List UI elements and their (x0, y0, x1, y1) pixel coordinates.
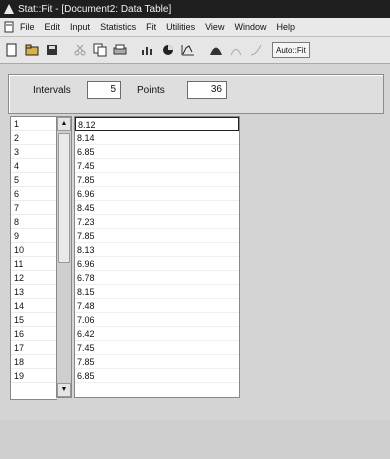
data-cell[interactable]: 7.85 (75, 173, 239, 187)
scroll-down-arrow[interactable]: ▼ (57, 383, 71, 397)
data-cell[interactable]: 7.48 (75, 299, 239, 313)
row-number: 14 (11, 299, 57, 313)
data-cell[interactable]: 8.15 (75, 285, 239, 299)
save-icon[interactable] (44, 42, 60, 58)
row-number: 9 (11, 229, 57, 243)
copy-icon[interactable] (92, 42, 108, 58)
scroll-up-arrow[interactable]: ▲ (57, 117, 71, 131)
data-cell[interactable]: 6.42 (75, 327, 239, 341)
print-icon[interactable] (112, 42, 128, 58)
row-number: 2 (11, 131, 57, 145)
auto-fit-button[interactable]: Auto::Fit (272, 42, 310, 58)
title-bar: Stat::Fit - [Document2: Data Table] (0, 0, 390, 18)
data-cell[interactable]: 8.14 (75, 131, 239, 145)
menu-utilities[interactable]: Utilities (166, 22, 195, 32)
data-cell[interactable]: 6.85 (75, 369, 239, 383)
histogram-icon[interactable] (180, 42, 196, 58)
new-file-icon[interactable] (4, 42, 20, 58)
data-cell[interactable]: 7.06 (75, 313, 239, 327)
fit-icon[interactable] (208, 42, 224, 58)
row-number: 1 (11, 117, 57, 131)
app-window: Stat::Fit - [Document2: Data Table] File… (0, 0, 390, 459)
menu-bar: File Edit Input Statistics Fit Utilities… (0, 18, 390, 37)
intervals-label: Intervals (33, 85, 71, 96)
data-cell[interactable]: 6.85 (75, 145, 239, 159)
row-number: 16 (11, 327, 57, 341)
table-scrollbar[interactable]: ▲ ▼ (56, 116, 72, 398)
menu-statistics[interactable]: Statistics (100, 22, 136, 32)
data-cell[interactable]: 8.13 (75, 243, 239, 257)
row-number: 15 (11, 313, 57, 327)
parameters-panel: Intervals 5 Points 36 (8, 74, 384, 114)
menu-edit[interactable]: Edit (45, 22, 61, 32)
menu-help[interactable]: Help (276, 22, 295, 32)
window-title: Stat::Fit - [Document2: Data Table] (18, 3, 172, 15)
menu-window[interactable]: Window (234, 22, 266, 32)
row-number: 19 (11, 369, 57, 383)
points-input[interactable]: 36 (187, 81, 227, 99)
row-number: 8 (11, 215, 57, 229)
row-number: 11 (11, 257, 57, 271)
workspace-area (0, 420, 390, 459)
open-folder-icon[interactable] (24, 42, 40, 58)
row-number: 18 (11, 355, 57, 369)
data-cell[interactable]: 6.78 (75, 271, 239, 285)
toolbar: Auto::Fit (0, 37, 390, 64)
pie-chart-icon[interactable] (160, 42, 176, 58)
app-logo-icon (4, 4, 14, 14)
scroll-thumb[interactable] (58, 133, 70, 263)
menu-input[interactable]: Input (70, 22, 90, 32)
document-icon (4, 21, 14, 33)
row-number: 13 (11, 285, 57, 299)
row-number: 6 (11, 187, 57, 201)
row-number-column: 1 2 3 4 5 6 7 8 9 10 11 12 13 14 15 16 17 18 19 (10, 116, 57, 400)
row-number: 7 (11, 201, 57, 215)
row-number: 10 (11, 243, 57, 257)
data-cell[interactable]: 7.85 (75, 355, 239, 369)
row-number: 5 (11, 173, 57, 187)
row-number: 17 (11, 341, 57, 355)
data-cell[interactable]: 7.45 (75, 159, 239, 173)
data-cell[interactable]: 6.96 (75, 187, 239, 201)
fit-cdf-icon[interactable] (248, 42, 264, 58)
row-number: 12 (11, 271, 57, 285)
cut-icon[interactable] (72, 42, 88, 58)
data-cell[interactable]: 6.96 (75, 257, 239, 271)
data-cell[interactable]: 8.12 (75, 117, 239, 131)
chart-settings-icon[interactable] (140, 42, 156, 58)
data-cell[interactable]: 7.45 (75, 341, 239, 355)
row-number: 4 (11, 159, 57, 173)
menu-fit[interactable]: Fit (146, 22, 156, 32)
data-cell[interactable]: 8.45 (75, 201, 239, 215)
data-table: 1 2 3 4 5 6 7 8 9 10 11 12 13 14 15 16 17 18 19 ▲ ▼ 8.12 8.… (10, 116, 240, 400)
menu-view[interactable]: View (205, 22, 224, 32)
menu-file[interactable]: File (20, 22, 35, 32)
fit-pdf-icon[interactable] (228, 42, 244, 58)
row-number: 3 (11, 145, 57, 159)
value-column: 8.12 8.14 6.85 7.45 7.85 6.96 8.45 7.23 7.85 8.13… (74, 116, 240, 398)
data-cell[interactable]: 7.85 (75, 229, 239, 243)
intervals-input[interactable]: 5 (87, 81, 121, 99)
points-label: Points (137, 85, 165, 96)
data-cell[interactable]: 7.23 (75, 215, 239, 229)
